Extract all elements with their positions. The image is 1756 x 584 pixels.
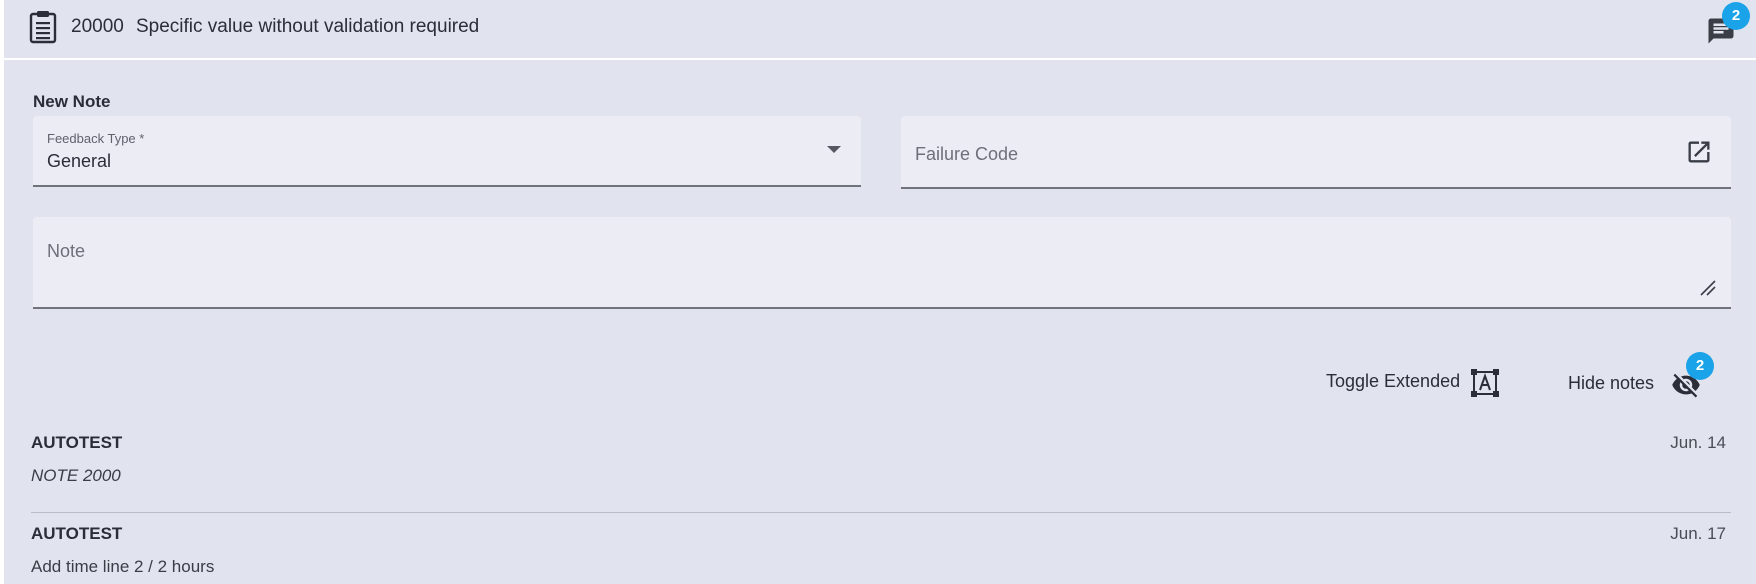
hide-notes-count-badge: 2 [1686, 352, 1714, 380]
note-placeholder: Note [47, 241, 86, 261]
note-author: AUTOTEST [31, 433, 123, 452]
toggle-extended-button[interactable]: Toggle Extended [1326, 366, 1506, 400]
hide-notes-button[interactable]: Hide notes 2 [1568, 352, 1728, 400]
feedback-type-value: General [47, 151, 112, 171]
hide-notes-label: Hide notes [1568, 373, 1655, 393]
toggle-extended-label: Toggle Extended [1326, 371, 1461, 391]
new-note-title: New Note [33, 92, 111, 111]
task-header[interactable]: 20000 Specific value without validation … [4, 0, 1756, 60]
text-select-icon [1471, 369, 1499, 397]
failure-code-placeholder: Failure Code [915, 144, 1019, 164]
note-date: Jun. 14 [1670, 433, 1726, 452]
note-author: AUTOTEST [31, 524, 123, 543]
note-text: Add time line 2 / 2 hours [31, 557, 215, 576]
feedback-type-label: Feedback Type * [47, 131, 145, 146]
comments-count-badge: 2 [1722, 2, 1750, 30]
feedback-type-select[interactable]: Feedback Type * General [33, 116, 861, 187]
left-edge [0, 0, 4, 584]
note-divider [31, 512, 1731, 513]
clipboard-icon [29, 11, 57, 44]
comments-button[interactable]: 2 [1704, 2, 1750, 48]
open-in-new-icon[interactable] [1685, 138, 1713, 166]
note-text: NOTE 2000 [31, 466, 121, 485]
resize-grip-icon[interactable] [1699, 279, 1717, 297]
note-date: Jun. 17 [1670, 524, 1726, 543]
task-id: 20000 [71, 16, 124, 37]
failure-code-field[interactable]: Failure Code [901, 116, 1731, 189]
note-textarea[interactable]: Note [33, 217, 1731, 309]
dropdown-caret-icon [827, 146, 841, 153]
task-title: Specific value without validation requir… [136, 16, 480, 37]
